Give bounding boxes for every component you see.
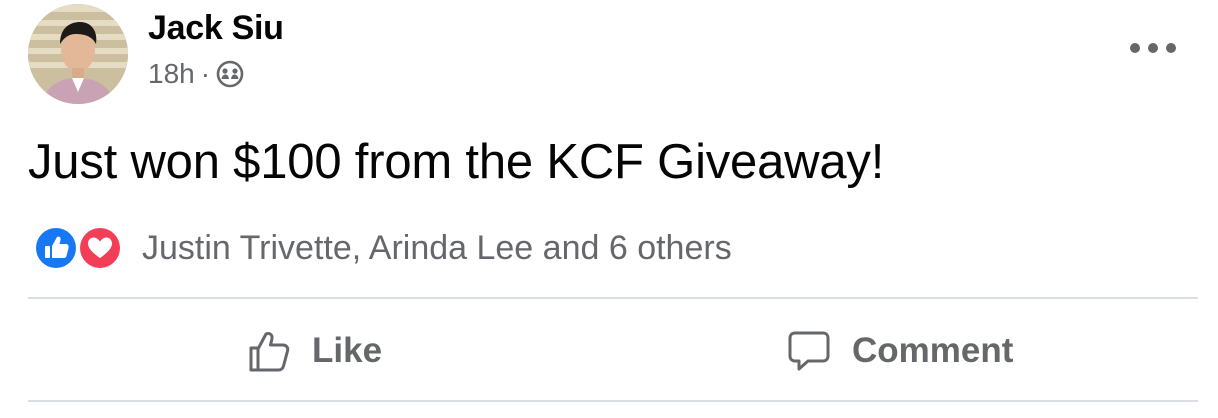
reactions-summary[interactable]: Justin Trivette, Arinda Lee and 6 others [32,224,732,272]
post-text: Just won $100 from the KCF Giveaway! [28,135,885,189]
divider [28,400,1198,402]
love-reaction-icon [77,225,123,271]
comment-icon [788,331,830,371]
meta-separator: · [200,58,211,89]
more-options-icon[interactable] [1130,36,1176,60]
post-time[interactable]: 18h [148,58,195,90]
friends-icon[interactable] [216,60,244,88]
thumbs-up-icon [249,332,290,372]
like-reaction-icon [33,225,79,271]
avatar[interactable] [28,4,128,104]
post-card: Jack Siu 18h · Just won $100 from the KC… [0,0,1218,418]
author-name[interactable]: Jack Siu [148,9,284,48]
like-label: Like [312,331,383,370]
comment-label: Comment [852,331,1014,370]
like-button[interactable]: Like [246,322,382,380]
divider [28,297,1198,299]
comment-button[interactable]: Comment [786,322,1013,380]
post-meta: 18h · [148,58,244,90]
reaction-names[interactable]: Justin Trivette, Arinda Lee and 6 others [142,229,732,268]
reaction-icons [32,224,126,272]
more-dot [1130,43,1140,53]
more-dot [1166,43,1176,53]
more-dot [1148,43,1158,53]
